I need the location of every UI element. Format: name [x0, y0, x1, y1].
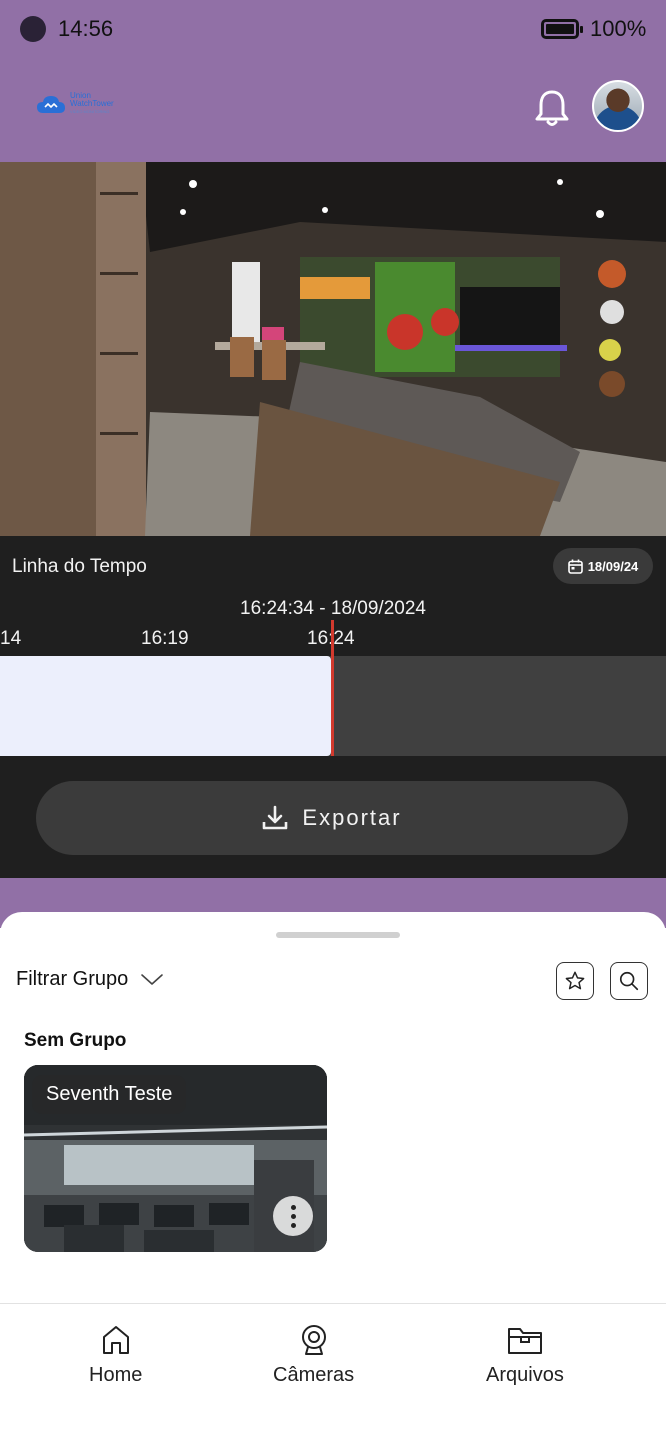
nav-files-label: Arquivos	[486, 1364, 564, 1386]
status-time: 14:56	[58, 16, 114, 41]
timeline-playhead[interactable]	[331, 620, 334, 756]
filter-label: Filtrar Grupo	[16, 968, 129, 990]
recorded-segment	[0, 656, 331, 756]
nav-cameras[interactable]: Câmeras	[273, 1324, 354, 1387]
group-title: Sem Grupo	[24, 1030, 127, 1051]
date-picker-chip[interactable]: 18/09/24	[553, 548, 653, 584]
calendar-icon	[567, 559, 583, 574]
camera-card[interactable]: Seventh Teste	[24, 1065, 327, 1252]
search-icon	[619, 971, 639, 991]
cloud-logo-icon	[37, 96, 65, 113]
notification-bell-icon[interactable]	[534, 88, 570, 128]
timeline-tick: 14	[0, 628, 22, 649]
nav-home[interactable]: Home	[89, 1324, 142, 1387]
date-chip-label: 18/09/24	[587, 558, 639, 574]
battery-percent: 100%	[590, 16, 647, 41]
front-camera-icon	[20, 16, 46, 42]
sheet-drag-handle[interactable]	[276, 932, 400, 938]
folder-icon	[507, 1328, 542, 1354]
timeline-panel: Linha do Tempo 18/09/24 16:24:34 - 18/09…	[0, 536, 666, 878]
webcam-icon	[301, 1325, 326, 1355]
video-frame	[0, 162, 666, 536]
user-avatar[interactable]	[592, 80, 644, 132]
timeline-current-time: 16:24:34 - 18/09/2024	[240, 598, 426, 619]
favorites-button[interactable]	[556, 962, 594, 1000]
home-icon	[102, 1326, 129, 1354]
dot	[290, 1213, 296, 1219]
logo-text-3: VIDEO MONITORING	[70, 109, 110, 114]
group-filter-dropdown[interactable]: Filtrar Grupo	[16, 968, 164, 991]
nav-cameras-label: Câmeras	[273, 1364, 355, 1386]
search-button[interactable]	[610, 962, 648, 1000]
battery-icon	[541, 19, 583, 39]
camera-options-button[interactable]	[273, 1196, 313, 1236]
timeline-title: Linha do Tempo	[12, 556, 147, 577]
logo-text-2: WatchTower	[70, 99, 114, 108]
status-bar: 14:56 100%	[0, 0, 666, 58]
star-icon	[565, 971, 585, 990]
chevron-down-icon	[141, 973, 164, 985]
nav-home-label: Home	[89, 1364, 143, 1386]
dot	[290, 1204, 296, 1210]
app-header: 14:56 100% Union WatchTower VIDEO MONITO…	[0, 0, 666, 162]
dot	[290, 1222, 296, 1228]
nav-files[interactable]: Arquivos	[486, 1324, 564, 1387]
camera-name-label: Seventh Teste	[32, 1075, 187, 1114]
export-button[interactable]: Exportar	[36, 781, 628, 855]
bottom-navigation: Home Câmeras Arquivos	[0, 1303, 666, 1440]
export-label: Exportar	[302, 805, 402, 830]
app-logo: Union WatchTower VIDEO MONITORING	[36, 92, 114, 116]
download-icon	[263, 805, 288, 830]
camera-video-view[interactable]	[0, 162, 666, 536]
timeline-tick: 16:19	[141, 628, 189, 649]
